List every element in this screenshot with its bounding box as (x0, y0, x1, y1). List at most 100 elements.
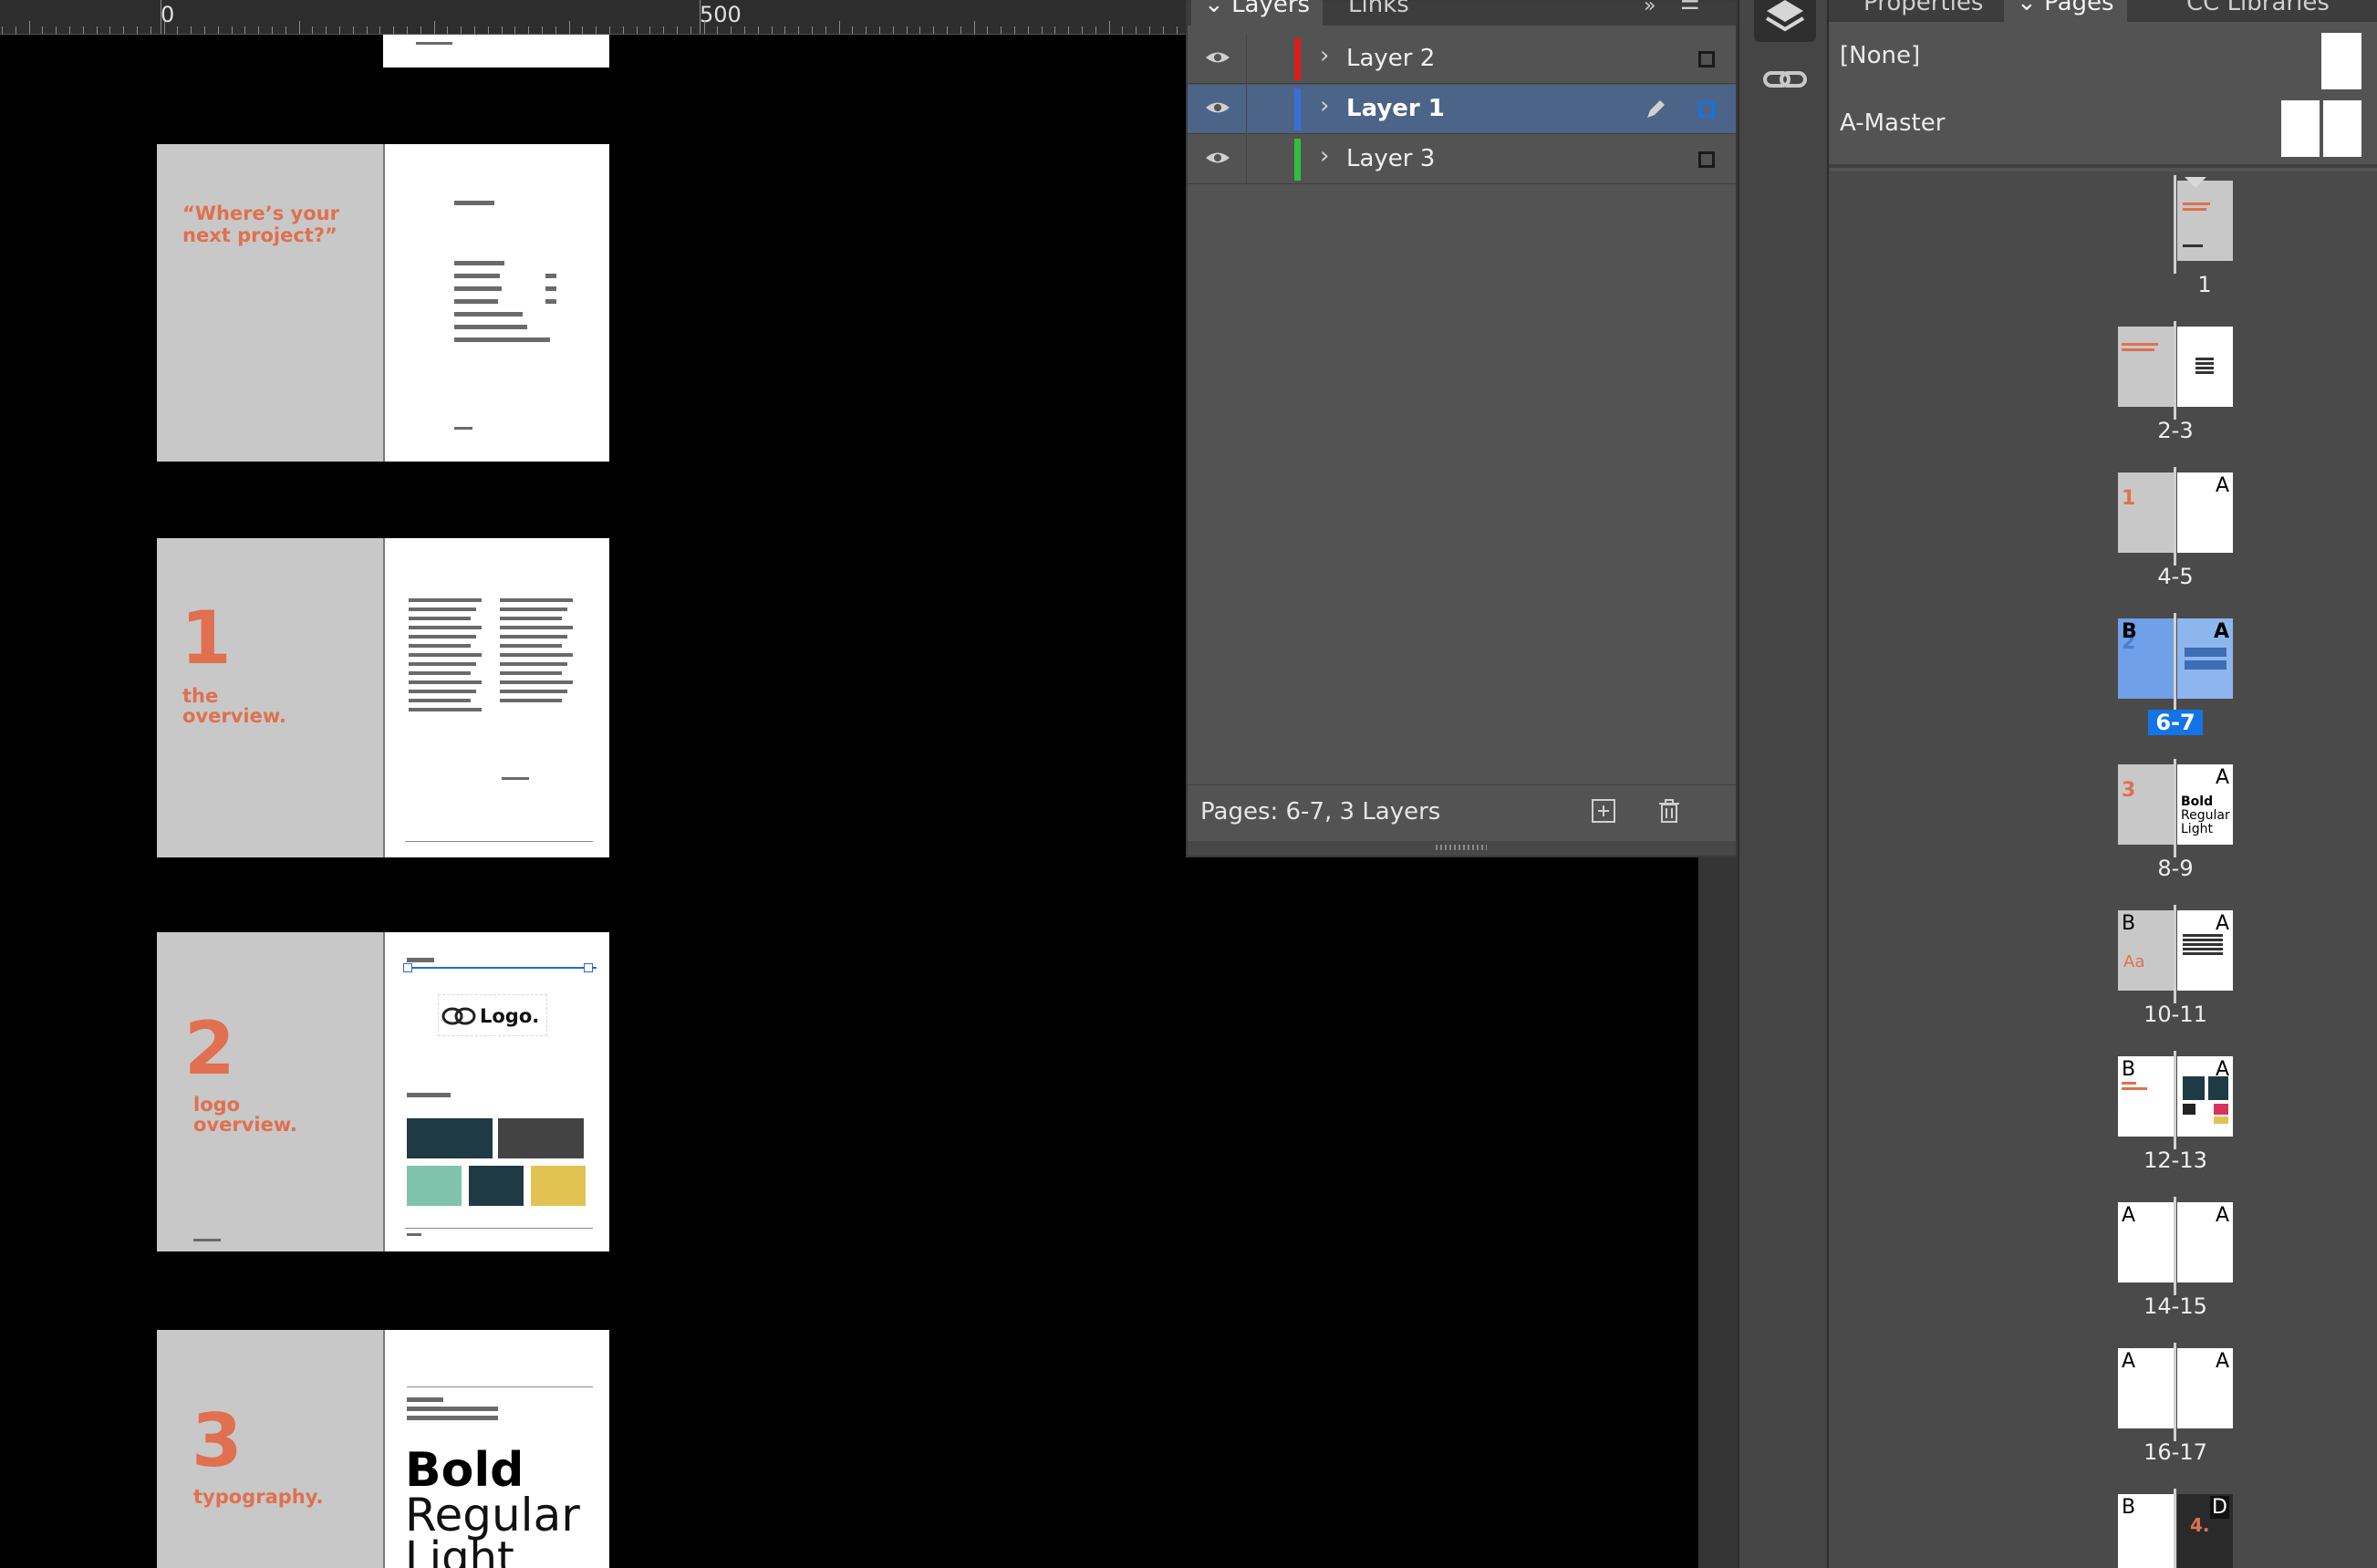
page-thumb-left[interactable] (2118, 327, 2174, 407)
page-spread-thumb[interactable]: 2 B A 6-7 (1829, 613, 2377, 755)
frame-handle[interactable] (584, 963, 593, 972)
page-thumb-right[interactable]: Bold Regular Light A (2177, 764, 2233, 845)
horizontal-ruler[interactable]: 0 500 (0, 0, 1186, 35)
master-letter: A (2215, 766, 2229, 789)
quote-text: “Where’s your next project?” (182, 202, 339, 246)
frame-handle[interactable] (403, 963, 412, 972)
page-thumb-right[interactable]: A (2177, 1056, 2233, 1137)
page-spread-thumb[interactable]: B 4. D (1829, 1489, 2377, 1568)
tab-pages[interactable]: ⌄ Pages (2004, 0, 2127, 22)
page-thumb-left[interactable]: B (2118, 1056, 2174, 1137)
pages-panel: Properties ⌄ Pages CC Libraries [None] A… (1829, 0, 2377, 1568)
page-number-label: 12-13 (2143, 1147, 2207, 1173)
page-6[interactable]: 2 logo overview. (157, 932, 383, 1251)
page-spread-thumb[interactable]: A A 14-15 (1829, 1197, 2377, 1339)
thumb-section-number: 1 (2122, 487, 2136, 510)
type-weight-bold: Bold (405, 1443, 524, 1498)
trash-icon[interactable] (1655, 796, 1684, 826)
page-thumb-left[interactable]: 1 (2118, 472, 2174, 553)
master-none[interactable]: [None] (1840, 42, 1920, 69)
links-panel-button[interactable] (1754, 55, 1816, 106)
page-spread-thumb[interactable]: A A 16-17 (1829, 1343, 2377, 1485)
master-a-thumb-left[interactable] (2281, 100, 2320, 157)
tab-cc-libraries[interactable]: CC Libraries (2174, 0, 2342, 22)
layer-row-layer-2[interactable]: › Layer 2 (1188, 35, 1736, 84)
page-number-label: 14-15 (2143, 1293, 2207, 1319)
ruler-mark-500: 500 (700, 2, 742, 27)
section-title-typography: typography. (193, 1486, 324, 1508)
layer-selection-box[interactable] (1698, 51, 1715, 67)
panel-menu-icon[interactable]: ☰ (1680, 0, 1700, 15)
layers-panel: ⌄ Layers Links » ☰ › Layer 2 › Layer 1 › Laye… (1186, 0, 1738, 857)
page-5[interactable] (383, 538, 609, 857)
layers-icon (1765, 0, 1805, 32)
layer-name[interactable]: Layer 1 (1346, 95, 1445, 122)
layer-selection-box[interactable] (1698, 101, 1715, 118)
page-thumb-right[interactable]: A (2177, 618, 2233, 699)
page-thumb-left[interactable]: A (2118, 1348, 2174, 1428)
panel-expand-icon[interactable]: » (1644, 0, 1656, 17)
page-thumb-right[interactable]: A (2177, 472, 2233, 553)
master-letter: A (2122, 1204, 2136, 1227)
expand-chevron-icon[interactable]: › (1320, 142, 1329, 170)
page-thumb-right[interactable] (2177, 327, 2233, 407)
page-7[interactable]: Logo. (383, 932, 609, 1251)
page-thumb-right[interactable]: A (2177, 1348, 2233, 1428)
page-9[interactable]: Bold Regular Light (383, 1330, 609, 1568)
page-thumb-left[interactable]: Aa B (2118, 910, 2174, 991)
expand-chevron-icon[interactable]: › (1320, 42, 1329, 69)
logo-swatch-grey (498, 1118, 584, 1158)
master-a-thumb-right[interactable] (2323, 100, 2361, 157)
master-a[interactable]: A-Master (1840, 109, 1945, 137)
page-8[interactable]: 3 typography. (157, 1330, 383, 1568)
page-thumb-right[interactable]: A (2177, 1202, 2233, 1282)
page-spread-thumb[interactable]: 1 A 4-5 (1829, 467, 2377, 609)
layer-row-layer-1[interactable]: › Layer 1 (1188, 85, 1736, 134)
layer-row-layer-3[interactable]: › Layer 3 (1188, 135, 1736, 184)
master-letter: B (2122, 620, 2137, 643)
document-canvas[interactable]: “Where’s your next project?” 1 the overv… (0, 35, 1186, 1568)
page-number-label: 1 (2197, 272, 2212, 297)
vertical-scrollbar[interactable] (1698, 857, 1739, 1568)
panel-icon-strip (1738, 0, 1829, 1568)
page-thumb-left[interactable]: 2B (2118, 618, 2174, 699)
master-letter: D (2210, 1496, 2229, 1519)
page-thumb-left[interactable]: 3 (2118, 764, 2174, 845)
page-thumb[interactable] (2177, 181, 2233, 261)
thumb-type-weight: Regular (2181, 808, 2230, 823)
panel-resize-grip[interactable] (1188, 841, 1736, 856)
page-thumb-left[interactable]: A (2118, 1202, 2174, 1282)
page-1-partial[interactable] (383, 35, 609, 67)
layers-panel-button[interactable] (1754, 0, 1816, 42)
page-spread-thumb[interactable]: B A 12-13 (1829, 1051, 2377, 1193)
page-4[interactable]: 1 the overview. (157, 538, 383, 857)
page-thumb-right[interactable]: A (2177, 910, 2233, 991)
tab-links[interactable]: Links (1335, 0, 1422, 26)
selected-frame-edge[interactable] (405, 967, 597, 969)
visibility-eye-icon[interactable] (1204, 47, 1231, 67)
master-letter: A (2215, 1350, 2229, 1373)
master-letter: B (2122, 1496, 2136, 1519)
new-layer-icon[interactable] (1589, 796, 1618, 826)
visibility-eye-icon[interactable] (1204, 98, 1231, 118)
page-thumb-left[interactable]: B (2118, 1494, 2174, 1568)
page-spread-thumb[interactable]: 3 Bold Regular Light A 8-9 (1829, 759, 2377, 901)
layer-name[interactable]: Layer 3 (1346, 145, 1435, 172)
page-3[interactable] (383, 144, 609, 462)
thumb-section-number: 3 (2122, 779, 2136, 802)
pages-list[interactable]: 1 2-3 1 A 4-5 2 B A 6-7 3 Bold Regular Light A 8-9 Aa B A… (1829, 171, 2377, 1568)
expand-chevron-icon[interactable]: › (1320, 92, 1329, 119)
layer-selection-box[interactable] (1698, 151, 1715, 168)
section-number-2: 2 (184, 1006, 235, 1091)
layer-name[interactable]: Layer 2 (1346, 45, 1435, 72)
page-thumb-right[interactable]: 4. D (2177, 1494, 2233, 1568)
type-weight-light: Light (405, 1532, 514, 1568)
tab-properties[interactable]: Properties (1851, 0, 1996, 22)
tab-layers[interactable]: ⌄ Layers (1191, 0, 1323, 26)
page-spread-thumb[interactable]: 1 (1829, 175, 2377, 317)
visibility-eye-icon[interactable] (1204, 148, 1231, 168)
page-spread-thumb[interactable]: 2-3 (1829, 321, 2377, 463)
page-spread-thumb[interactable]: Aa B A 10-11 (1829, 905, 2377, 1047)
page-2[interactable]: “Where’s your next project?” (157, 144, 383, 462)
master-none-thumb[interactable] (2321, 33, 2361, 89)
